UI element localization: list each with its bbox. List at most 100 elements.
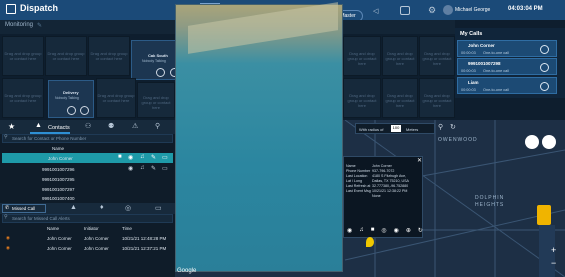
target-button[interactable] xyxy=(542,135,556,149)
call-card[interactable]: Liam 00:00:03 One-to-one call xyxy=(457,77,557,94)
monitor-tile-active[interactable]: Delivery Nobody Talking xyxy=(48,80,94,118)
alert-icon[interactable]: ⚠ xyxy=(132,122,138,130)
ptt-button-icon[interactable] xyxy=(156,68,165,77)
edit-icon[interactable]: ✎ xyxy=(151,165,156,172)
missed-search-input[interactable]: Search for Missed Call Alerts xyxy=(2,214,173,223)
locate-button[interactable] xyxy=(525,135,539,149)
contacts-icon: ▲ xyxy=(35,122,42,129)
location-pin-icon[interactable] xyxy=(366,237,374,247)
alert-icon: ◉ xyxy=(6,245,10,250)
target-icon[interactable]: ◉ xyxy=(394,227,399,234)
call-card[interactable]: John Corner 00:00:03 One-to-one call xyxy=(457,40,557,57)
call-name: Liam xyxy=(468,80,479,85)
monitor-tile[interactable]: Drag and drop group or contact here xyxy=(88,36,130,76)
settings-icon[interactable]: ⚙ xyxy=(428,5,436,16)
zoom-in-button[interactable]: + xyxy=(551,245,556,255)
message-icon[interactable] xyxy=(400,6,410,15)
missed-time: 10/21/21 12:48:28 PM xyxy=(122,235,167,241)
ptt-icon[interactable]: ◉ xyxy=(347,227,352,234)
locate-icon[interactable]: ⊕ xyxy=(406,227,411,234)
table-row[interactable]: 9991001007296 xyxy=(2,164,173,174)
edit-icon[interactable]: ✎ xyxy=(151,154,156,161)
groups-icon[interactable]: ⚇ xyxy=(85,122,91,130)
video-icon[interactable]: ■ xyxy=(371,227,375,234)
message-icon[interactable]: ▭ xyxy=(162,154,168,161)
monitor-tile[interactable]: Drag and drop group or contact here xyxy=(419,36,455,76)
contact-name: 9991001007297 xyxy=(42,186,75,192)
bell-icon[interactable]: ♫ xyxy=(359,227,364,234)
star-icon[interactable]: ★ xyxy=(8,122,15,131)
popup-labels: Name Phone Number Last Location Lat / Lo… xyxy=(346,164,371,193)
monitor-tile[interactable]: Drag and drop group or contact here xyxy=(45,36,87,76)
radius-unit[interactable]: Meters xyxy=(406,127,418,132)
tile-name: Delivery xyxy=(63,90,79,95)
contact-name: 9991001007296 xyxy=(42,166,75,172)
filter-icon[interactable]: ⚲ xyxy=(155,122,160,130)
person-icon[interactable]: ▲ xyxy=(70,204,77,211)
user-name[interactable]: Michael George xyxy=(455,7,490,13)
table-row[interactable]: 9991001007400 xyxy=(2,193,173,203)
ptt-icon[interactable]: ◉ xyxy=(128,154,133,161)
monitor-tile-active[interactable]: Cak South Nobody Talking xyxy=(131,40,181,80)
phone-icon: ✆ xyxy=(5,205,10,211)
call-type: One-to-one call xyxy=(483,69,509,73)
col-name-header[interactable]: Name xyxy=(52,146,64,151)
ptt-button-icon[interactable] xyxy=(67,106,76,115)
tile-status: Nobody Talking xyxy=(142,59,166,63)
missed-name: John Corner xyxy=(47,245,72,251)
ptt-button-icon[interactable] xyxy=(540,45,549,54)
bell-icon[interactable]: ♫ xyxy=(140,154,145,160)
contact-name: John Corner xyxy=(48,155,73,161)
call-time: 00:00:03 xyxy=(461,88,476,92)
camera-icon[interactable]: ◎ xyxy=(381,227,386,234)
refresh-icon[interactable]: ↻ xyxy=(418,227,423,234)
table-row[interactable]: ◉ John Corner John Corner 10/21/21 12:37… xyxy=(2,243,173,253)
search-icon[interactable]: ⚲ xyxy=(438,123,443,131)
pin-icon[interactable]: ♦ xyxy=(100,204,104,211)
search-icon: ⚲ xyxy=(4,134,8,140)
zoom-out-button[interactable]: − xyxy=(551,258,556,268)
call-card[interactable]: 9991001007298 00:00:03 One-to-one call xyxy=(457,58,557,75)
power-icon[interactable] xyxy=(80,106,89,115)
popup-actions: ◉ ♫ ■ ◎ ◉ ⊕ ↻ xyxy=(347,227,423,234)
tile-status: Nobody Talking xyxy=(55,96,79,100)
ptt-button-icon[interactable] xyxy=(540,82,549,91)
video-icon[interactable]: ■ xyxy=(118,154,122,160)
ptt-button-icon[interactable] xyxy=(540,63,549,72)
clock: 04:03:04 PM xyxy=(508,6,543,12)
bell-icon[interactable]: ♫ xyxy=(140,165,145,171)
monitor-tile[interactable]: Drag and drop group or contact here xyxy=(2,78,44,118)
radius-label: With radius of xyxy=(359,127,384,132)
radius-input[interactable]: 100 xyxy=(391,125,401,132)
call-type: One-to-one call xyxy=(483,88,509,92)
monitor-tile[interactable]: Drag and drop group or contact here xyxy=(419,78,455,118)
chat-icon[interactable]: ▭ xyxy=(155,204,162,212)
table-row[interactable]: 9991001007295 xyxy=(2,174,173,184)
monitor-tile[interactable]: Drag and drop group or contact here xyxy=(2,36,44,76)
speaker-icon[interactable]: ◁ xyxy=(373,7,378,15)
popup-values: John Corner 937-796-7072 4180 S Fitzhugh… xyxy=(372,164,409,198)
refresh-icon[interactable]: ↻ xyxy=(450,123,456,131)
ptt-icon[interactable]: ◉ xyxy=(128,165,133,172)
col-time-header[interactable]: Time xyxy=(122,226,132,231)
monitor-tile[interactable]: Drag and drop group or contact here xyxy=(96,78,136,118)
person-icon[interactable]: ⚉ xyxy=(108,122,114,130)
monitor-tile[interactable]: Drag and drop group or contact here xyxy=(343,78,381,118)
missed-time: 10/21/21 12:37:21 PM xyxy=(122,245,167,251)
monitor-tile[interactable]: Drag and drop group or contact here xyxy=(382,36,418,76)
col-name-header[interactable]: Name xyxy=(47,226,59,231)
table-row[interactable]: ◉ John Corner John Corner 10/21/21 12:48… xyxy=(2,233,173,243)
message-icon[interactable]: ▭ xyxy=(162,165,168,172)
pencil-icon[interactable]: ✎ xyxy=(37,22,42,29)
target-icon[interactable]: ◎ xyxy=(125,204,131,212)
monitor-tile[interactable]: Drag and drop group or contact here xyxy=(382,78,418,118)
app-title: Dispatch xyxy=(20,3,59,13)
col-initiator-header[interactable]: Initiator xyxy=(84,226,99,231)
table-row[interactable]: John Corner xyxy=(2,153,173,163)
missed-header: Name Initiator Time xyxy=(2,224,173,233)
close-icon[interactable]: ✕ xyxy=(417,157,422,164)
monitor-tile[interactable]: Drag and drop group or contact here xyxy=(137,82,175,118)
avatar[interactable] xyxy=(443,5,453,15)
monitor-tile[interactable]: Drag and drop group or contact here xyxy=(343,36,381,76)
contacts-search-input[interactable]: Search for Contact or Phone Number xyxy=(2,134,173,143)
